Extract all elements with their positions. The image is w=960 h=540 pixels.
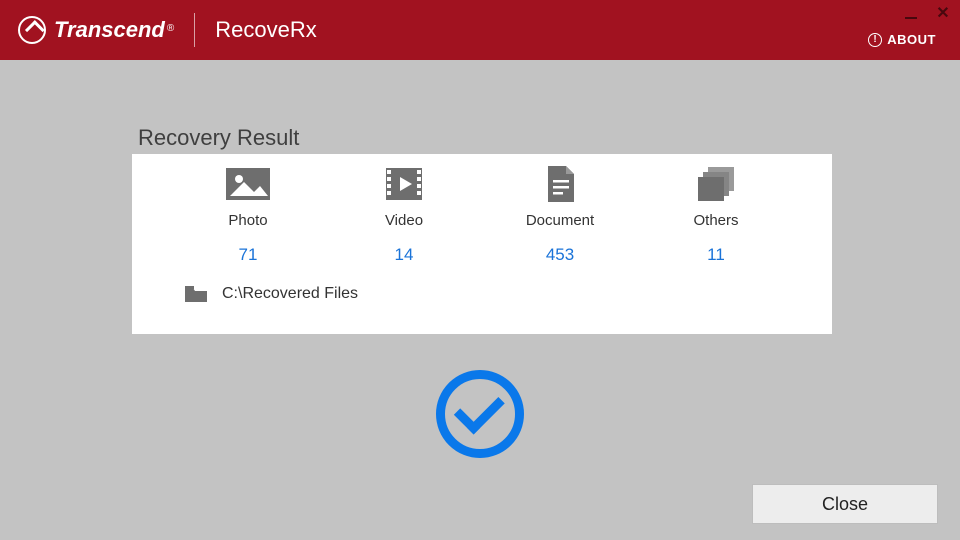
- content-area: Recovery Result Photo 71 Video 14: [0, 60, 960, 540]
- header-divider: [194, 13, 195, 47]
- category-label: Photo: [228, 212, 267, 229]
- category-count: 11: [707, 245, 725, 265]
- close-button[interactable]: Close: [752, 484, 938, 524]
- brand-logo-icon: [18, 16, 46, 44]
- success-icon: [436, 370, 524, 458]
- app-header: Transcend® RecoveRx ✕ ! ABOUT: [0, 0, 960, 60]
- about-label: ABOUT: [887, 32, 936, 47]
- category-others[interactable]: Others 11: [656, 166, 776, 265]
- brand-text: Transcend®: [54, 17, 174, 43]
- stack-icon: [692, 166, 740, 202]
- video-icon: [380, 166, 428, 202]
- brand-group: Transcend® RecoveRx: [18, 13, 317, 47]
- category-label: Document: [526, 212, 594, 229]
- close-button-label: Close: [822, 494, 868, 515]
- category-document[interactable]: Document 453: [500, 166, 620, 265]
- photo-icon: [224, 166, 272, 202]
- category-video[interactable]: Video 14: [344, 166, 464, 265]
- close-window-button[interactable]: ✕: [936, 6, 950, 20]
- category-count: 14: [395, 245, 414, 265]
- document-icon: [536, 166, 584, 202]
- category-photo[interactable]: Photo 71: [188, 166, 308, 265]
- category-label: Others: [693, 212, 738, 229]
- output-path-row: C:\Recovered Files: [160, 285, 804, 303]
- minimize-button[interactable]: [904, 6, 918, 20]
- categories-row: Photo 71 Video 14 Document 453: [160, 166, 804, 265]
- window-controls: ✕: [904, 6, 950, 20]
- category-label: Video: [385, 212, 423, 229]
- info-icon: !: [868, 33, 882, 47]
- result-title: Recovery Result: [138, 125, 299, 151]
- category-count: 71: [239, 245, 258, 265]
- folder-icon: [184, 285, 208, 303]
- brand-logo-group: Transcend®: [18, 16, 174, 44]
- app-name: RecoveRx: [215, 17, 316, 43]
- result-panel: Photo 71 Video 14 Document 453: [132, 154, 832, 334]
- output-path: C:\Recovered Files: [222, 285, 358, 303]
- about-button[interactable]: ! ABOUT: [868, 32, 936, 47]
- checkmark-icon: [454, 384, 505, 435]
- category-count: 453: [546, 245, 574, 265]
